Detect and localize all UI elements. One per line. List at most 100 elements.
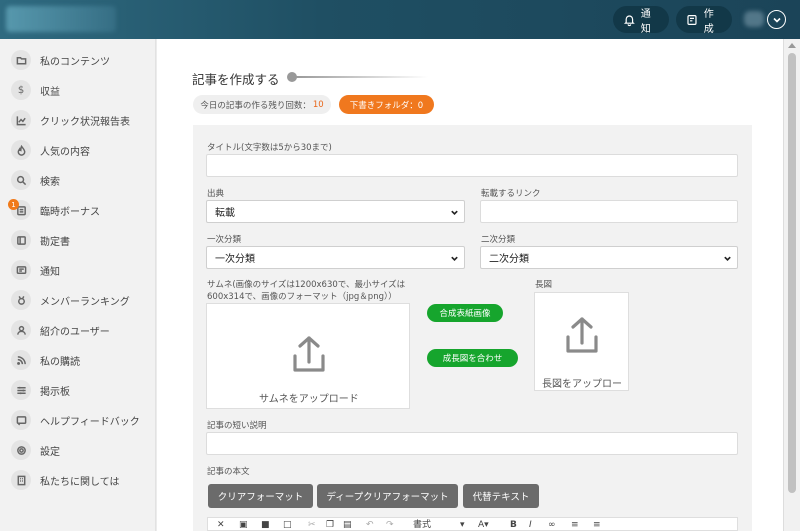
clear-format-button[interactable]: クリアフォーマット [208, 484, 313, 508]
message-icon [11, 260, 31, 280]
compose-cover-button[interactable]: 合成表紙画像 [427, 304, 503, 322]
sidebar-item-ranking[interactable]: メンバーランキング [0, 285, 156, 315]
chart-line-icon [11, 110, 31, 130]
cut-icon[interactable]: ✂ [308, 520, 316, 530]
thumbnail-upload-area[interactable]: サムネをアップロード [206, 303, 410, 409]
sidebar: 私のコンテンツ $ 収益 クリック状況報告表 人気の内容 検索 1 臨時ボーナス… [0, 39, 156, 531]
long-image-label: 長図 [535, 280, 553, 290]
align-left-icon[interactable]: ≡ [571, 520, 579, 530]
sidebar-item-subscriptions[interactable]: 私の購読 [0, 345, 156, 375]
scroll-thumb[interactable] [788, 53, 796, 493]
bold-icon[interactable]: B [510, 520, 517, 530]
sidebar-item-bonus[interactable]: 1 臨時ボーナス [0, 195, 156, 225]
save-icon[interactable]: ■ [261, 520, 270, 530]
font-color-icon[interactable]: A▾ [478, 520, 489, 530]
upload-icon [566, 317, 598, 353]
redo-icon[interactable]: ↷ [386, 520, 394, 530]
title-input[interactable] [206, 154, 738, 177]
sidebar-item-label: 検索 [40, 176, 60, 188]
fullscreen-icon[interactable]: ✕ [217, 520, 225, 530]
italic-icon[interactable]: I [529, 520, 532, 530]
replace-text-button[interactable]: 代替テキスト [463, 484, 539, 508]
image-icon[interactable]: ▣ [239, 520, 248, 530]
long-image-upload-area[interactable]: 長図をアップロー [534, 292, 629, 391]
secondary-category-select[interactable]: 二次分類 [480, 246, 738, 269]
folder-icon [11, 50, 31, 70]
building-icon [11, 470, 31, 490]
sidebar-item-settings[interactable]: 設定 [0, 435, 156, 465]
bonus-badge: 1 [8, 199, 19, 210]
secondary-category-value: 二次分類 [489, 254, 529, 265]
dollar-icon: $ [11, 80, 31, 100]
user-avatar[interactable] [744, 11, 764, 27]
scroll-up-arrow-icon[interactable] [788, 43, 796, 48]
repost-link-input[interactable] [480, 200, 738, 223]
page-scrollbar[interactable] [783, 39, 800, 531]
feedback-icon [11, 410, 31, 430]
sidebar-item-notifications[interactable]: 通知 [0, 255, 156, 285]
sidebar-item-label: 収益 [40, 86, 60, 98]
sidebar-item-label: 勘定書 [40, 236, 70, 248]
bill-icon [11, 230, 31, 250]
sidebar-item-board[interactable]: 掲示板 [0, 375, 156, 405]
source-select[interactable]: 転載 [206, 200, 465, 223]
sidebar-item-bill[interactable]: 勘定書 [0, 225, 156, 255]
gear-icon [11, 440, 31, 460]
primary-category-value: 一次分類 [215, 254, 255, 265]
remaining-label: 今日の記事の作る残り回数： [200, 100, 311, 111]
sidebar-item-popular[interactable]: 人気の内容 [0, 135, 156, 165]
video-icon[interactable]: □ [283, 520, 292, 530]
long-image-upload-text: 長図をアップロー [542, 379, 622, 390]
secondary-category-label: 二次分類 [481, 235, 516, 245]
drafts-folder-button[interactable]: 下書きフォルダ：0 [339, 95, 434, 114]
sidebar-item-click-report[interactable]: クリック状況報告表 [0, 105, 156, 135]
bell-icon [623, 14, 635, 26]
sidebar-item-referrals[interactable]: 紹介のユーザー [0, 315, 156, 345]
create-label: 作成 [703, 8, 714, 35]
link-icon[interactable]: ∞ [548, 520, 556, 530]
create-button[interactable]: 作成 [676, 6, 732, 35]
copy-icon[interactable]: ❐ [326, 520, 334, 530]
remaining-count-pill: 今日の記事の作る残り回数： 10 [193, 95, 331, 114]
sidebar-item-label: 掲示板 [40, 386, 70, 398]
page-title: 記事を作成する [192, 72, 280, 87]
sidebar-item-label: 私たちに関しては [40, 476, 120, 488]
repost-link-label: 転載するリンク [481, 189, 541, 199]
title-label: タイトル(文字数は5から30まで) [207, 143, 332, 153]
short-description-label: 記事の短い説明 [207, 421, 267, 431]
undo-icon[interactable]: ↶ [366, 520, 374, 530]
short-description-input[interactable] [206, 432, 738, 455]
edit-icon [687, 14, 697, 25]
paste-icon[interactable]: ▤ [343, 520, 352, 530]
sidebar-item-search[interactable]: 検索 [0, 165, 156, 195]
sidebar-item-label: 人気の内容 [40, 146, 90, 158]
site-logo[interactable] [6, 6, 116, 32]
format-dropdown[interactable]: 書式 [413, 520, 431, 530]
chevron-down-icon [772, 17, 781, 23]
editor-toolbar: ✕ ▣ ■ □ ✂ ❐ ▤ ↶ ↷ 書式 ▾ A▾ B I ∞ ≡ ≡ [207, 517, 738, 531]
sidebar-item-label: メンバーランキング [40, 296, 130, 308]
align-center-icon[interactable]: ≡ [593, 520, 601, 530]
sidebar-item-about[interactable]: 私たちに関しては [0, 465, 156, 495]
flame-icon [11, 140, 31, 160]
rss-icon [11, 350, 31, 370]
deep-clear-format-button[interactable]: ディープクリアフォーマット [317, 484, 458, 508]
source-value: 転載 [215, 208, 235, 219]
sidebar-item-my-contents[interactable]: 私のコンテンツ [0, 45, 156, 75]
title-decoration-line [296, 76, 428, 78]
top-header: 通知 作成 [0, 0, 800, 39]
sidebar-item-label: 紹介のユーザー [40, 326, 110, 338]
account-dropdown[interactable] [767, 10, 786, 29]
chevron-down-icon[interactable]: ▾ [460, 520, 465, 530]
notify-label: 通知 [640, 8, 651, 35]
notify-button[interactable]: 通知 [613, 6, 669, 35]
sidebar-item-label: 私のコンテンツ [40, 56, 110, 68]
compose-long-image-button[interactable]: 成長図を合わせ [427, 349, 518, 367]
chevron-down-icon [724, 256, 731, 261]
sidebar-item-feedback[interactable]: ヘルプフィードバック [0, 405, 156, 435]
upload-icon [293, 336, 325, 372]
sidebar-item-label: ヘルプフィードバック [40, 416, 140, 428]
sidebar-item-earnings[interactable]: $ 収益 [0, 75, 156, 105]
primary-category-select[interactable]: 一次分類 [206, 246, 465, 269]
sidebar-item-label: 通知 [40, 266, 60, 278]
